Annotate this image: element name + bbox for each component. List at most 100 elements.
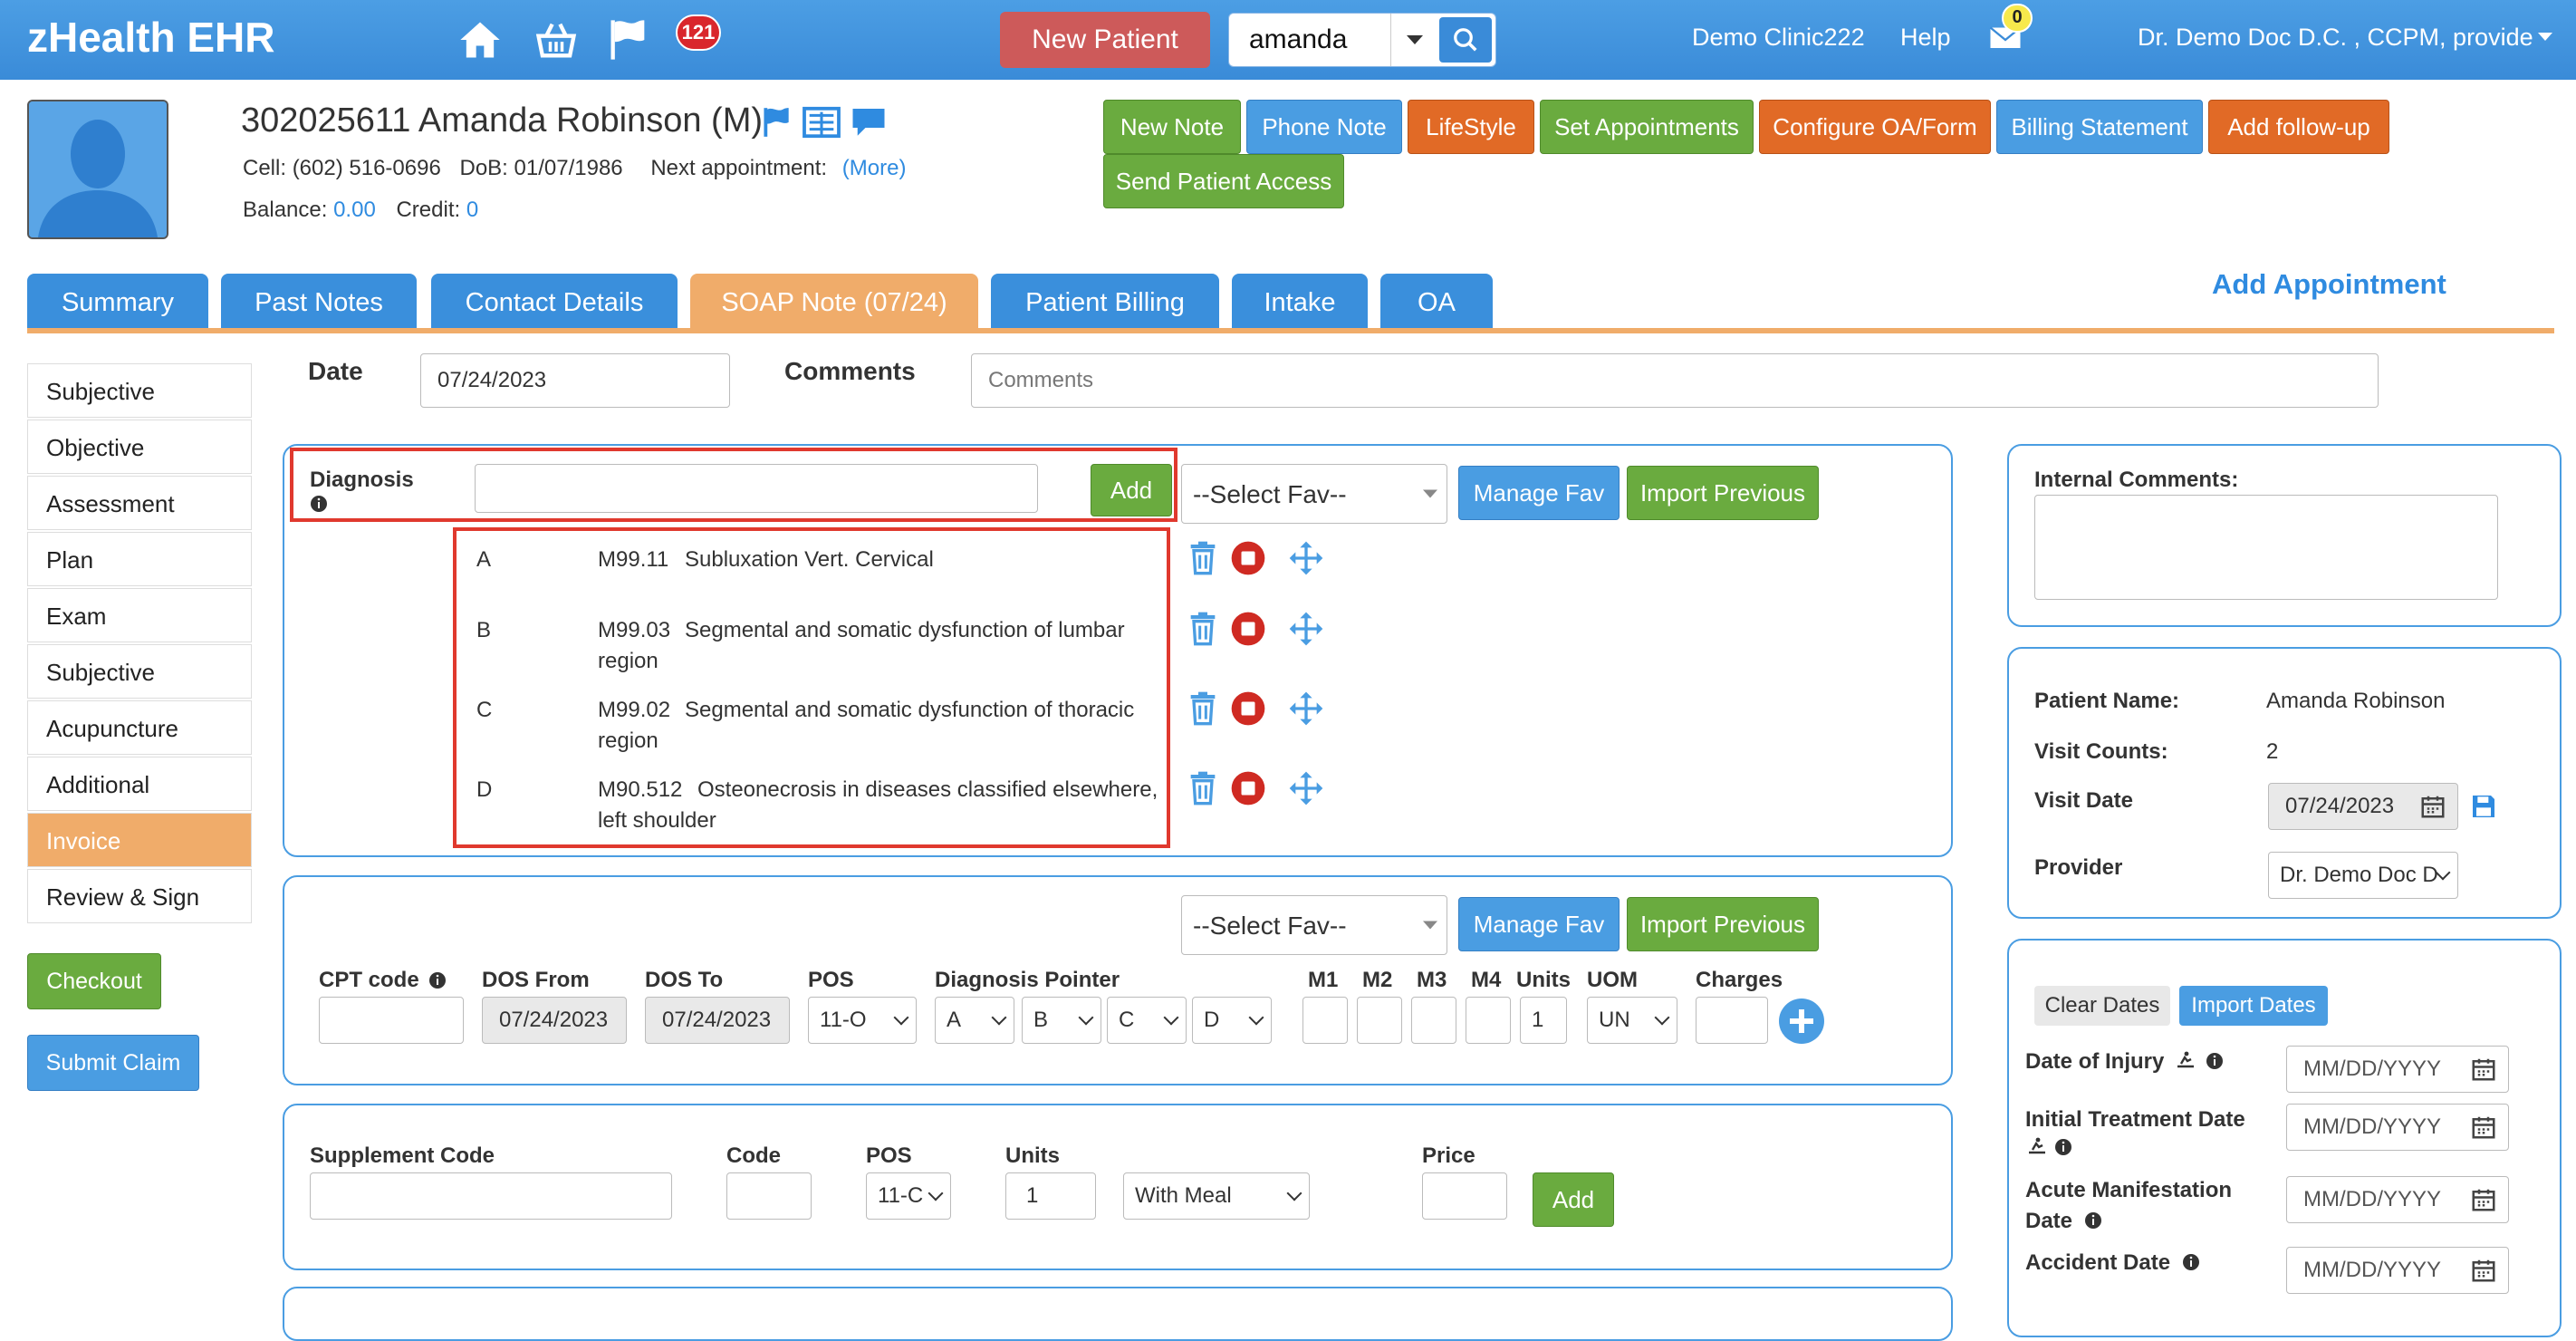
- trash-icon[interactable]: [1185, 770, 1221, 806]
- sidebar-item-additional[interactable]: Additional: [27, 757, 252, 811]
- pointer-select-a[interactable]: A: [935, 997, 1014, 1044]
- import-dates-button[interactable]: Import Dates: [2179, 986, 2328, 1026]
- pos-select[interactable]: 11-O: [808, 997, 917, 1044]
- app-brand[interactable]: zHealth EHR: [27, 13, 274, 62]
- m4-input[interactable]: [1466, 997, 1511, 1044]
- trash-icon[interactable]: [1185, 540, 1221, 576]
- tab-oa[interactable]: OA: [1380, 274, 1493, 330]
- cpt-import-previous-button[interactable]: Import Previous: [1627, 897, 1819, 951]
- tab-soap-note[interactable]: SOAP Note (07/24): [690, 274, 978, 330]
- date-input[interactable]: 07/24/2023: [420, 353, 730, 408]
- diagnosis-import-previous-button[interactable]: Import Previous: [1627, 466, 1819, 520]
- configure-oa-form-button[interactable]: Configure OA/Form: [1759, 100, 1991, 154]
- notification-badge[interactable]: 121: [676, 14, 721, 51]
- supplement-code-field[interactable]: [726, 1172, 812, 1220]
- more-link[interactable]: (More): [842, 156, 907, 180]
- set-appointments-button[interactable]: Set Appointments: [1540, 100, 1754, 154]
- acute-manifestation-input[interactable]: MM/DD/YYYY: [2286, 1176, 2509, 1223]
- tab-past-notes[interactable]: Past Notes: [221, 274, 417, 330]
- cpt-code-input[interactable]: [319, 997, 464, 1044]
- diagnosis-manage-fav-button[interactable]: Manage Fav: [1458, 466, 1620, 520]
- sidebar-item-acupuncture[interactable]: Acupuncture: [27, 700, 252, 755]
- tab-intake[interactable]: Intake: [1232, 274, 1368, 330]
- pointer-select-d[interactable]: D: [1192, 997, 1272, 1044]
- pointer-select-c[interactable]: C: [1107, 997, 1187, 1044]
- m2-input[interactable]: [1357, 997, 1402, 1044]
- save-icon[interactable]: [2469, 792, 2498, 821]
- chat-icon[interactable]: [850, 105, 888, 138]
- new-note-button[interactable]: New Note: [1103, 100, 1241, 154]
- charges-input[interactable]: [1696, 997, 1768, 1044]
- sidebar-item-plan[interactable]: Plan: [27, 532, 252, 586]
- balance-value[interactable]: 0.00: [333, 198, 376, 222]
- stop-icon[interactable]: [1230, 770, 1266, 806]
- user-menu[interactable]: Dr. Demo Doc D.C. , CCPM, provide r: [2138, 24, 2536, 52]
- price-input[interactable]: [1422, 1172, 1507, 1220]
- user-caret-icon[interactable]: [2538, 33, 2552, 41]
- m3-input[interactable]: [1411, 997, 1456, 1044]
- sidebar-item-subjective[interactable]: Subjective: [27, 363, 252, 418]
- dos-to-input[interactable]: 07/24/2023: [645, 997, 790, 1044]
- flag-icon[interactable]: [605, 16, 652, 63]
- cpt-select-fav[interactable]: --Select Fav--: [1181, 895, 1447, 955]
- sidebar-item-invoice[interactable]: Invoice: [27, 813, 252, 867]
- meal-select[interactable]: With Meal: [1123, 1172, 1310, 1220]
- supplement-units-input[interactable]: 1: [1005, 1172, 1096, 1220]
- comments-input[interactable]: Comments: [971, 353, 2379, 408]
- provider-select[interactable]: Dr. Demo Doc D: [2268, 852, 2458, 899]
- flag-icon[interactable]: [759, 105, 795, 140]
- search-button[interactable]: [1439, 17, 1492, 63]
- diagnosis-input[interactable]: [475, 464, 1038, 513]
- sidebar-item-subjective-2[interactable]: Subjective: [27, 644, 252, 699]
- initial-treatment-input[interactable]: MM/DD/YYYY: [2286, 1104, 2509, 1151]
- sidebar-item-review-sign[interactable]: Review & Sign: [27, 869, 252, 923]
- stop-icon[interactable]: [1230, 690, 1266, 727]
- date-of-injury-input[interactable]: MM/DD/YYYY: [2286, 1046, 2509, 1093]
- move-icon[interactable]: [1288, 540, 1324, 576]
- basket-icon[interactable]: [533, 16, 580, 63]
- m1-input[interactable]: [1302, 997, 1348, 1044]
- sidebar-item-exam[interactable]: Exam: [27, 588, 252, 642]
- trash-icon[interactable]: [1185, 611, 1221, 647]
- diagnosis-add-button[interactable]: Add: [1091, 464, 1172, 516]
- clear-dates-button[interactable]: Clear Dates: [2034, 986, 2170, 1026]
- billing-statement-button[interactable]: Billing Statement: [1996, 100, 2203, 154]
- add-appointment-link[interactable]: Add Appointment: [2212, 268, 2446, 301]
- send-patient-access-button[interactable]: Send Patient Access: [1103, 154, 1344, 208]
- accident-date-input[interactable]: MM/DD/YYYY: [2286, 1247, 2509, 1294]
- add-cpt-row-button[interactable]: [1779, 999, 1824, 1044]
- trash-icon[interactable]: [1185, 690, 1221, 727]
- tab-patient-billing[interactable]: Patient Billing: [991, 274, 1219, 330]
- stop-icon[interactable]: [1230, 540, 1266, 576]
- supplement-code-input[interactable]: [310, 1172, 672, 1220]
- search-dropdown[interactable]: [1390, 14, 1438, 66]
- search-input[interactable]: amanda: [1249, 24, 1347, 55]
- clinic-name[interactable]: Demo Clinic222: [1692, 24, 1865, 52]
- cpt-manage-fav-button[interactable]: Manage Fav: [1458, 897, 1620, 951]
- pointer-select-b[interactable]: B: [1022, 997, 1101, 1044]
- uom-select[interactable]: UN: [1587, 997, 1677, 1044]
- diagnosis-select-fav[interactable]: --Select Fav--: [1181, 464, 1447, 524]
- help-link[interactable]: Help: [1900, 24, 1951, 52]
- tab-contact-details[interactable]: Contact Details: [431, 274, 678, 330]
- add-follow-up-button[interactable]: Add follow-up: [2208, 100, 2389, 154]
- visit-date-input[interactable]: 07/24/2023: [2268, 783, 2458, 830]
- tab-summary[interactable]: Summary: [27, 274, 208, 330]
- dos-from-input[interactable]: 07/24/2023: [482, 997, 627, 1044]
- phone-note-button[interactable]: Phone Note: [1246, 100, 1402, 154]
- checkout-button[interactable]: Checkout: [27, 953, 161, 1009]
- internal-comments-input[interactable]: [2034, 495, 2498, 600]
- units-input[interactable]: 1: [1520, 997, 1567, 1044]
- move-icon[interactable]: [1288, 770, 1324, 806]
- stop-icon[interactable]: [1230, 611, 1266, 647]
- credit-value[interactable]: 0: [466, 198, 478, 222]
- sidebar-item-assessment[interactable]: Assessment: [27, 476, 252, 530]
- supplement-pos-select[interactable]: 11-C: [866, 1172, 951, 1220]
- home-icon[interactable]: [457, 16, 504, 63]
- message-badge[interactable]: 0: [2002, 4, 2033, 33]
- info-icon[interactable]: [310, 495, 328, 513]
- new-patient-button[interactable]: New Patient: [1000, 12, 1210, 68]
- sidebar-item-objective[interactable]: Objective: [27, 420, 252, 474]
- lifestyle-button[interactable]: LifeStyle: [1408, 100, 1534, 154]
- patient-card-icon[interactable]: [801, 105, 842, 140]
